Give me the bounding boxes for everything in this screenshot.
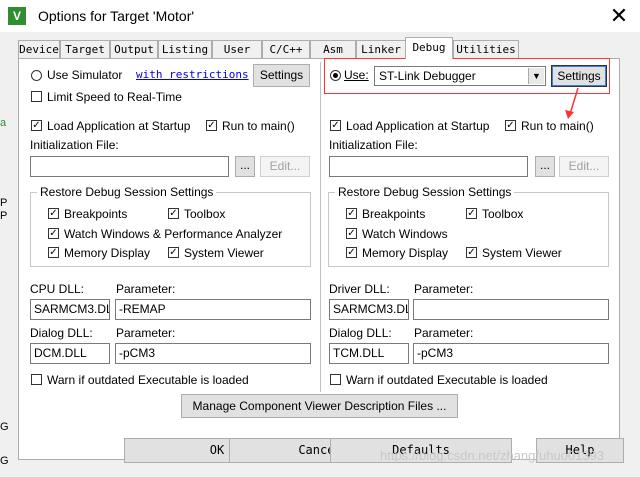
tab-device[interactable]: Device	[18, 40, 60, 58]
background-text-stub: P	[0, 197, 8, 209]
breakpoints-checkbox[interactable]: ✓	[48, 208, 59, 219]
watch-windows-label: Watch Windows & Performance Analyzer	[64, 227, 283, 241]
right-init-file-input[interactable]	[329, 156, 528, 177]
tab-linker[interactable]: Linker	[356, 40, 406, 58]
right-run-to-main-label: Run to main()	[521, 119, 594, 133]
background-text-stub: a	[0, 117, 7, 129]
cpu-dll-input[interactable]: SARMCM3.DLL	[30, 299, 110, 320]
run-to-main-label: Run to main()	[222, 119, 295, 133]
right-breakpoints-label: Breakpoints	[362, 207, 426, 221]
memory-display-label: Memory Display	[64, 246, 151, 260]
warn-outdated-label: Warn if outdated Executable is loaded	[47, 373, 249, 387]
right-toolbox-label: Toolbox	[482, 207, 524, 221]
tab-utilities[interactable]: Utilities	[453, 40, 519, 58]
dialog-parameter-label: Parameter:	[116, 326, 176, 340]
right-dialog-parameter-input[interactable]: -pCM3	[413, 343, 609, 364]
tab-output[interactable]: Output	[110, 40, 158, 58]
init-file-input[interactable]	[30, 156, 229, 177]
chevron-down-icon[interactable]: ▼	[528, 68, 544, 84]
tab-listing[interactable]: Listing	[158, 40, 212, 58]
right-dialog-dll-input[interactable]: TCM.DLL	[329, 343, 409, 364]
right-memory-display-checkbox[interactable]: ✓	[346, 247, 357, 258]
system-viewer-label: System Viewer	[184, 246, 264, 260]
tab-user[interactable]: User	[212, 40, 262, 58]
right-dialog-dll-label: Dialog DLL:	[329, 326, 392, 340]
tab-debug[interactable]: Debug	[405, 37, 453, 59]
init-file-edit-button[interactable]: Edit...	[260, 156, 310, 177]
memory-display-checkbox[interactable]: ✓	[48, 247, 59, 258]
warn-outdated-checkbox[interactable]	[31, 374, 42, 385]
limit-speed-checkbox[interactable]	[31, 91, 42, 102]
background-text-stub: P	[0, 210, 8, 222]
driver-parameter-input[interactable]	[413, 299, 609, 320]
right-memory-display-label: Memory Display	[362, 246, 449, 260]
run-to-main-checkbox[interactable]: ✓	[206, 120, 217, 131]
use-simulator-label: Use Simulator	[47, 68, 123, 82]
dialog-dll-label: Dialog DLL:	[30, 326, 93, 340]
right-run-to-main-checkbox[interactable]: ✓	[505, 120, 516, 131]
right-system-viewer-checkbox[interactable]: ✓	[466, 247, 477, 258]
right-load-app-checkbox[interactable]: ✓	[330, 120, 341, 131]
dialog-parameter-input[interactable]: -pCM3	[115, 343, 311, 364]
tab-asm[interactable]: Asm	[310, 40, 356, 58]
restore-settings-legend: Restore Debug Session Settings	[37, 185, 217, 199]
use-label: Use:	[344, 68, 369, 82]
panel-divider	[320, 62, 321, 392]
system-viewer-checkbox[interactable]: ✓	[168, 247, 179, 258]
simulator-settings-button[interactable]: Settings	[253, 64, 310, 87]
right-init-file-browse-button[interactable]: ...	[535, 156, 555, 177]
right-load-app-label: Load Application at Startup	[346, 119, 490, 133]
load-app-checkbox[interactable]: ✓	[31, 120, 42, 131]
right-init-file-edit-button[interactable]: Edit...	[559, 156, 609, 177]
right-warn-outdated-checkbox[interactable]	[330, 374, 341, 385]
red-arrow-icon	[565, 87, 579, 119]
window-title: Options for Target 'Motor'	[38, 8, 195, 24]
right-breakpoints-checkbox[interactable]: ✓	[346, 208, 357, 219]
with-restrictions-link[interactable]: with restrictions	[136, 68, 249, 81]
driver-parameter-label: Parameter:	[414, 282, 474, 296]
right-system-viewer-label: System Viewer	[482, 246, 562, 260]
background-text-stub: G	[0, 421, 9, 433]
cpu-parameter-input[interactable]: -REMAP	[115, 299, 311, 320]
cpu-dll-label: CPU DLL:	[30, 282, 85, 296]
right-warn-outdated-label: Warn if outdated Executable is loaded	[346, 373, 548, 387]
cpu-parameter-label: Parameter:	[116, 282, 176, 296]
right-init-file-label: Initialization File:	[329, 138, 418, 152]
right-dialog-parameter-label: Parameter:	[414, 326, 474, 340]
toolbox-label: Toolbox	[184, 207, 226, 221]
tab-c-cpp[interactable]: C/C++	[262, 40, 310, 58]
debugger-settings-button[interactable]: Settings	[551, 65, 607, 87]
use-debugger-radio[interactable]	[330, 70, 341, 81]
toolbox-checkbox[interactable]: ✓	[168, 208, 179, 219]
debugger-select-value: ST-Link Debugger	[379, 69, 476, 83]
debugger-select[interactable]: ST-Link Debugger ▼	[374, 66, 546, 86]
right-toolbox-checkbox[interactable]: ✓	[466, 208, 477, 219]
watch-windows-checkbox[interactable]: ✓	[48, 228, 59, 239]
limit-speed-label: Limit Speed to Real-Time	[47, 90, 182, 104]
right-watch-windows-checkbox[interactable]: ✓	[346, 228, 357, 239]
close-icon[interactable]: ✕	[604, 2, 634, 30]
breakpoints-label: Breakpoints	[64, 207, 128, 221]
init-file-label: Initialization File:	[30, 138, 119, 152]
right-watch-windows-label: Watch Windows	[362, 227, 448, 241]
load-app-label: Load Application at Startup	[47, 119, 191, 133]
background-text-stub: G	[0, 455, 9, 467]
driver-dll-label: Driver DLL:	[329, 282, 390, 296]
keil-app-icon: V	[8, 7, 26, 25]
tab-target[interactable]: Target	[60, 40, 110, 58]
use-simulator-radio[interactable]	[31, 70, 42, 81]
manage-component-viewer-button[interactable]: Manage Component Viewer Description File…	[181, 394, 458, 418]
dialog-dll-input[interactable]: DCM.DLL	[30, 343, 110, 364]
right-restore-settings-legend: Restore Debug Session Settings	[335, 185, 515, 199]
init-file-browse-button[interactable]: ...	[235, 156, 255, 177]
driver-dll-input[interactable]: SARMCM3.DLL	[329, 299, 409, 320]
watermark-text: https://blog.csdn.net/zhangfuhuo01393	[380, 448, 605, 463]
